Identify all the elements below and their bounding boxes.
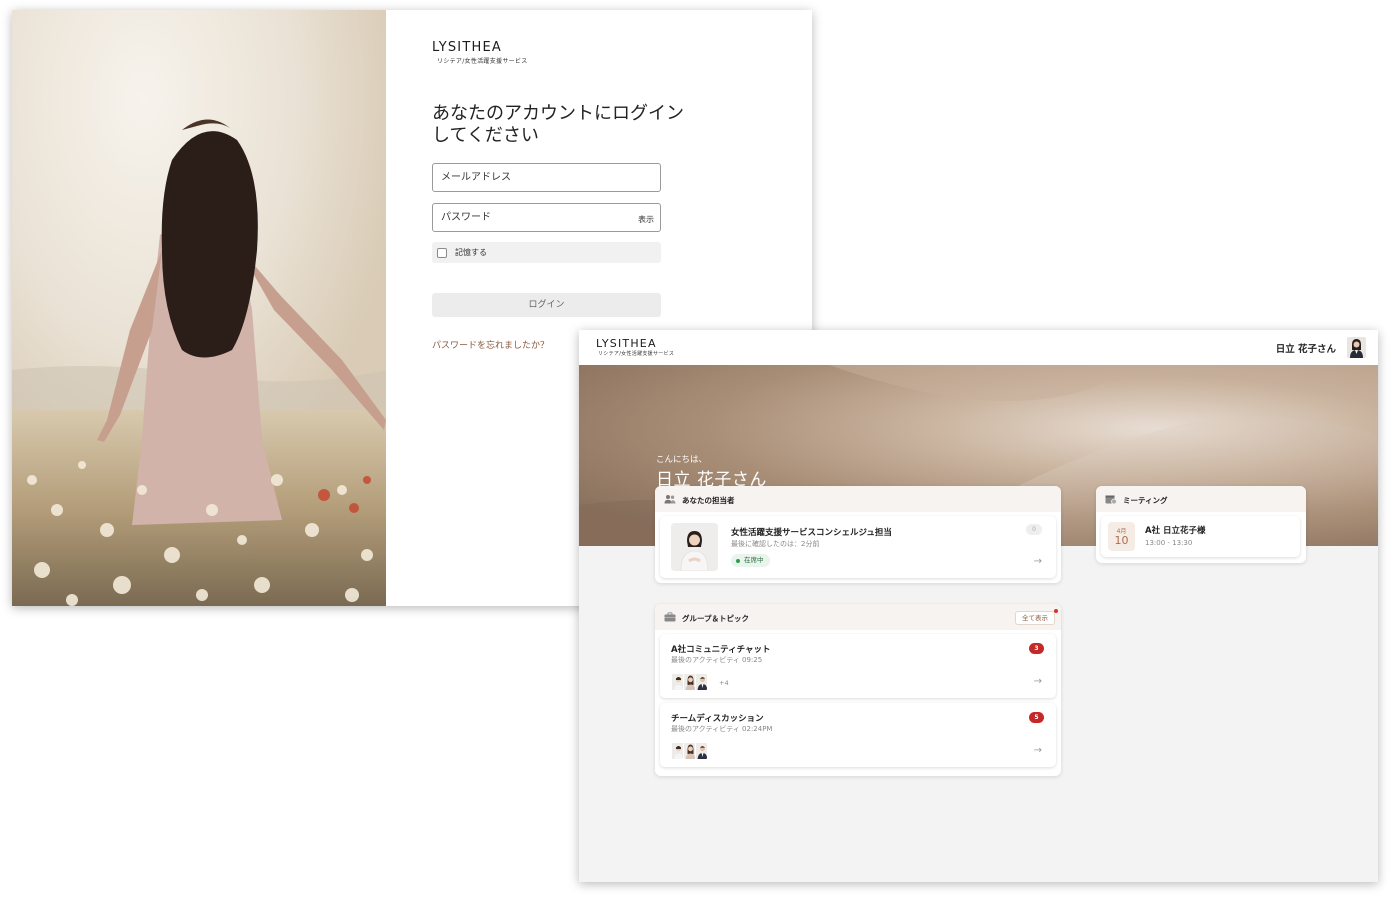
concierge-card-header: あなたの担当者 [655,486,1061,512]
meeting-card-title: ミーティング [1123,496,1168,505]
lysithea-logo: LYSITHEA リシテア/女性活躍支援サービス [432,40,528,65]
unread-count-badge: 5 [1029,712,1044,723]
avatar[interactable] [1347,337,1366,358]
meeting-card-header: ミーティング [1096,486,1306,512]
briefcase-icon [664,612,676,622]
groups-card-header: グループ＆トピック 全て表示 [655,604,1061,630]
meeting-day: 10 [1114,534,1129,547]
status-badge: 在席中 [731,554,770,567]
header-user-name[interactable]: 日立 花子さん [1276,341,1336,355]
notification-dot-icon [1054,609,1058,613]
group-name: A社コミュニティチャット [671,645,771,655]
meeting-date-box: 4月 10 [1108,522,1135,551]
greeting-text: こんにちは、 [656,455,708,465]
concierge-avatar [671,523,718,571]
concierge-photo-image [671,523,718,571]
meeting-card: ミーティング 4月 10 A社 日立花子様 13:00 - 13:30 [1096,486,1306,563]
concierge-last-seen: 最後に確認したのは：2分前 [731,540,820,548]
group-last-activity: 最後のアクティビティ 02:24PM [671,725,773,733]
lysithea-logo[interactable]: LYSITHEA リシテア/女性活躍支援サービス [596,337,674,357]
list-item[interactable]: A社コミュニティチャット 最後のアクティビティ 09:25 3 +4 → [660,634,1056,698]
arrow-right-icon[interactable]: → [1034,676,1042,687]
user-avatar-icon [1347,337,1366,358]
show-password-toggle[interactable]: 表示 [638,214,654,225]
email-input[interactable] [433,164,660,191]
group-last-activity: 最後のアクティビティ 09:25 [671,656,763,664]
member-avatar-icon [696,674,707,690]
groups-card-title: グループ＆トピック [682,614,750,623]
concierge-card: あなたの担当者 女性活躍支援サービスコンシェルジュ担当 最後に確認したのは：2分… [655,486,1061,583]
forgot-password-link[interactable]: パスワードを忘れましたか？ [432,338,549,351]
meeting-item[interactable]: 4月 10 A社 日立花子様 13:00 - 13:30 [1101,516,1300,557]
woman-in-flower-field-image [12,10,386,606]
concierge-name: 女性活躍支援サービスコンシェルジュ担当 [731,528,892,538]
login-heading-line1: あなたのアカウントにログイン [432,103,684,124]
logo-wordmark: LYSITHEA [596,337,657,350]
member-avatar-icon [696,743,707,759]
avatar [695,673,708,691]
logo-subtitle: リシテア/女性活躍支援サービス [598,351,675,357]
arrow-right-icon[interactable]: → [1034,556,1042,567]
list-item[interactable]: チームディスカッション 最後のアクティビティ 02:24PM 5 → [660,703,1056,767]
login-heading: あなたのアカウントにログイン してください [432,103,732,147]
remember-me-label: 記憶する [455,248,487,257]
dashboard-window: LYSITHEA リシテア/女性活躍支援サービス 日立 花子さん こんにちは、 … [579,330,1378,882]
logo-subtitle: リシテア/女性活躍支援サービス [437,58,528,65]
concierge-card-title: あなたの担当者 [682,496,735,505]
groups-topics-card: グループ＆トピック 全て表示 A社コミュニティチャット 最後のアクティビティ 0… [655,604,1061,776]
online-dot-icon [736,558,740,563]
people-icon [664,495,676,504]
password-field-wrapper: 表示 [432,203,661,232]
dashboard-header: LYSITHEA リシテア/女性活躍支援サービス 日立 花子さん [579,330,1378,365]
remember-me-row[interactable]: 記憶する [432,242,661,263]
concierge-unread-count: 0 [1026,524,1042,535]
status-badge-text: 在席中 [744,556,764,564]
meeting-title: A社 日立花子様 [1145,526,1206,536]
login-button[interactable]: ログイン [432,293,661,317]
view-all-button[interactable]: 全て表示 [1015,611,1055,625]
avatar [695,742,708,760]
group-name: チームディスカッション [671,714,764,724]
calendar-icon [1105,495,1117,504]
email-field-wrapper [432,163,661,192]
arrow-right-icon[interactable]: → [1034,745,1042,756]
more-members-count: +4 [719,679,729,687]
logo-wordmark: LYSITHEA [432,40,502,55]
login-hero-photo [12,10,386,606]
password-input[interactable] [433,204,660,231]
concierge-item[interactable]: 女性活躍支援サービスコンシェルジュ担当 最後に確認したのは：2分前 在席中 0 … [660,516,1056,578]
login-heading-line2: してください [432,125,539,146]
meeting-time: 13:00 - 13:30 [1145,539,1193,547]
remember-me-checkbox[interactable] [437,248,447,258]
unread-count-badge: 3 [1029,643,1044,654]
